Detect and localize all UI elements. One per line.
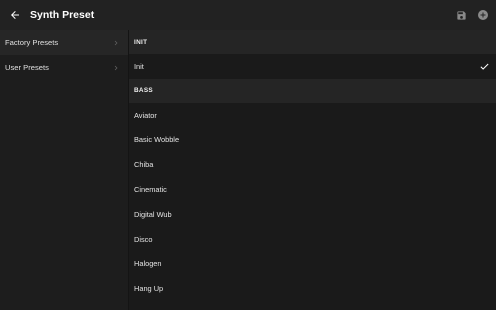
add-preset-button[interactable] bbox=[476, 8, 490, 22]
section-header-bass: BASS bbox=[129, 78, 496, 103]
save-button[interactable] bbox=[454, 8, 468, 22]
back-button[interactable] bbox=[0, 0, 30, 30]
preset-label: Aviator bbox=[134, 110, 157, 120]
preset-item[interactable]: Chiba bbox=[129, 152, 496, 177]
check-icon bbox=[478, 60, 490, 72]
preset-label: Basic Wobble bbox=[134, 135, 180, 145]
sidebar-item-label: Factory Presets bbox=[5, 38, 59, 47]
preset-label: Digital Wub bbox=[134, 209, 172, 219]
section-header-init: INIT bbox=[129, 30, 496, 54]
preset-item[interactable]: Digital Wub bbox=[129, 202, 496, 227]
preset-item[interactable]: Basic Wobble bbox=[129, 128, 496, 153]
preset-label: Chiba bbox=[134, 160, 154, 170]
arrow-back-icon bbox=[11, 11, 19, 19]
save-icon bbox=[456, 10, 466, 20]
preset-list: INIT Init BASS Aviator Basic Wobble Chib… bbox=[129, 30, 496, 310]
preset-item[interactable]: Halogen bbox=[129, 252, 496, 277]
sidebar-item-label: User Presets bbox=[5, 63, 49, 72]
preset-item[interactable]: Cinematic bbox=[129, 177, 496, 202]
preset-item[interactable]: Disco bbox=[129, 227, 496, 252]
sidebar-item-user-presets[interactable]: User Presets bbox=[0, 55, 128, 80]
top-app-bar: Synth Preset bbox=[0, 0, 496, 30]
preset-label: Hang Up bbox=[134, 284, 164, 294]
page-title: Synth Preset bbox=[30, 9, 95, 21]
preset-category-sidebar: Factory Presets User Presets bbox=[0, 30, 128, 310]
add-circle-icon bbox=[478, 10, 488, 20]
preset-label: Halogen bbox=[134, 259, 162, 269]
preset-item[interactable]: Hang Up bbox=[129, 276, 496, 301]
preset-label: Disco bbox=[134, 234, 153, 244]
preset-label: Init bbox=[134, 61, 144, 71]
sidebar-item-factory-presets[interactable]: Factory Presets bbox=[0, 30, 128, 55]
chevron-right-icon bbox=[114, 65, 118, 70]
chevron-right-icon bbox=[114, 40, 118, 45]
preset-item[interactable]: Aviator bbox=[129, 103, 496, 128]
preset-label: Cinematic bbox=[134, 185, 167, 195]
preset-item-init[interactable]: Init bbox=[129, 54, 496, 79]
